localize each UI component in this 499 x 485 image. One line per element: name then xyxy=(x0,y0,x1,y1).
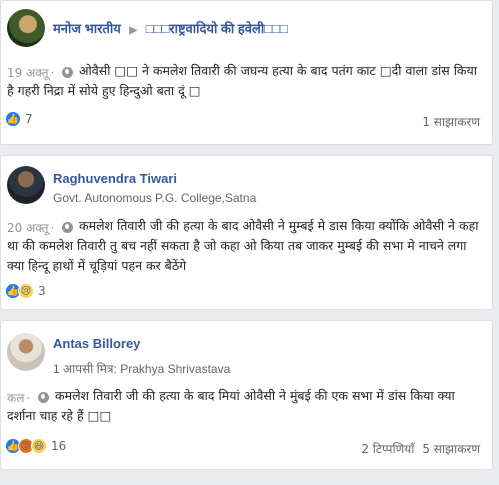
group-name[interactable]: □□□राष्ट्रवादियो की हवेली□□□ xyxy=(146,21,288,36)
reaction-count[interactable]: 3 xyxy=(38,284,46,298)
post-header: मनोज भारतीय ▶ □□□राष्ट्रवादियो की हवेली□… xyxy=(53,19,288,37)
post-text: ओवैसी □□ ने कमलेश तिवारी की जघन्य हत्या … xyxy=(7,63,478,98)
author-name[interactable]: Antas Billorey xyxy=(53,336,140,351)
post-card: Raghuvendra Tiwari Govt. Autonomous P.G.… xyxy=(0,155,493,310)
post-text: कमलेश तिवारी जी की हत्या के बाद मियां ओव… xyxy=(7,388,455,423)
post-card: मनोज भारतीय ▶ □□□राष्ट्रवादियो की हवेली□… xyxy=(0,0,493,145)
avatar[interactable] xyxy=(7,166,45,204)
author-subtitle: Govt. Autonomous P.G. College,Satna xyxy=(53,191,257,205)
haha-reaction-icon: 😆 xyxy=(31,438,47,454)
shares-count[interactable]: 5 साझाकरण xyxy=(422,442,480,456)
author-subtitle: 1 आपसी मित्र: Prakhya Shrivastava xyxy=(53,362,231,376)
avatar[interactable] xyxy=(7,9,45,47)
author-name[interactable]: मनोज भारतीय xyxy=(53,21,121,36)
post-stats: 2 टिप्पणियाँ 5 साझाकरण xyxy=(361,440,480,457)
sad-reaction-icon: 😢 xyxy=(18,283,34,299)
reactions-bar[interactable]: 👍 7 xyxy=(5,111,33,127)
right-arrow-icon: ▶ xyxy=(129,25,138,36)
reaction-count[interactable]: 7 xyxy=(25,112,33,126)
shares-count[interactable]: 1 साझाकरण xyxy=(422,113,480,130)
author-name[interactable]: Raghuvendra Tiwari xyxy=(53,171,177,186)
reaction-count[interactable]: 16 xyxy=(51,439,66,453)
post-card: Antas Billorey 1 आपसी मित्र: Prakhya Shr… xyxy=(0,320,493,470)
reactions-bar[interactable]: 👍 😢 3 xyxy=(5,283,46,299)
reactions-bar[interactable]: 👍 😡 😆 16 xyxy=(5,438,66,454)
post-text: कमलेश तिवारी जी की हत्या के बाद ओवैसी ने… xyxy=(7,218,479,273)
like-reaction-icon: 👍 xyxy=(5,111,21,127)
avatar[interactable] xyxy=(7,333,45,371)
comments-count[interactable]: 2 टिप्पणियाँ xyxy=(361,442,414,456)
